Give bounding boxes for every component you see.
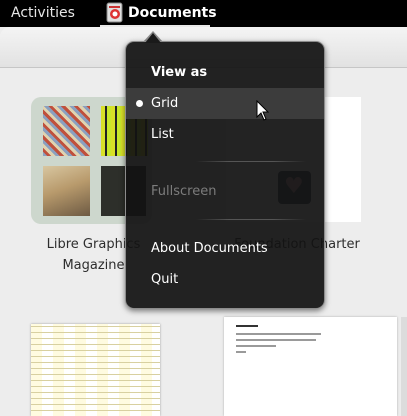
letter-heading-line — [236, 325, 258, 327]
menu-heading-view-as: View as — [126, 57, 324, 88]
menu-pointer-arrow-fill — [145, 33, 161, 43]
document-thumbnail-table[interactable] — [31, 324, 160, 416]
document-thumbnail-letter[interactable] — [224, 317, 397, 416]
menu-item-list[interactable]: List — [126, 119, 324, 150]
magazine-cover-3 — [43, 166, 90, 216]
menu-separator — [196, 161, 306, 162]
menu-item-grid[interactable]: Grid — [126, 88, 324, 119]
radio-selected-icon — [136, 100, 143, 107]
activities-button[interactable]: Activities — [11, 5, 75, 21]
document-thumbnail-partial[interactable] — [401, 317, 407, 416]
menu-separator — [196, 219, 306, 220]
app-menu-popup: View as Grid List Fullscreen About Docum… — [125, 41, 325, 309]
letter-text-line — [236, 339, 316, 341]
menu-item-label: About Documents — [151, 241, 268, 256]
documents-app-icon — [106, 2, 123, 23]
menu-item-label: List — [151, 127, 174, 142]
letter-text-line — [236, 345, 276, 347]
menu-item-fullscreen: Fullscreen — [126, 176, 324, 207]
mouse-pointer-icon — [256, 100, 270, 121]
menu-item-about[interactable]: About Documents — [126, 233, 324, 264]
menu-heading-label: View as — [151, 65, 208, 80]
menu-item-quit[interactable]: Quit — [126, 264, 324, 295]
menu-item-label: Quit — [151, 272, 179, 287]
letter-text-line — [236, 333, 321, 335]
menu-item-label: Fullscreen — [151, 184, 217, 199]
top-bar: Activities Documents — [0, 0, 407, 27]
menu-item-label: Grid — [151, 96, 179, 111]
letter-text-line — [236, 351, 246, 353]
magazine-cover-1 — [43, 106, 90, 156]
app-menu-documents[interactable]: Documents — [128, 5, 217, 21]
